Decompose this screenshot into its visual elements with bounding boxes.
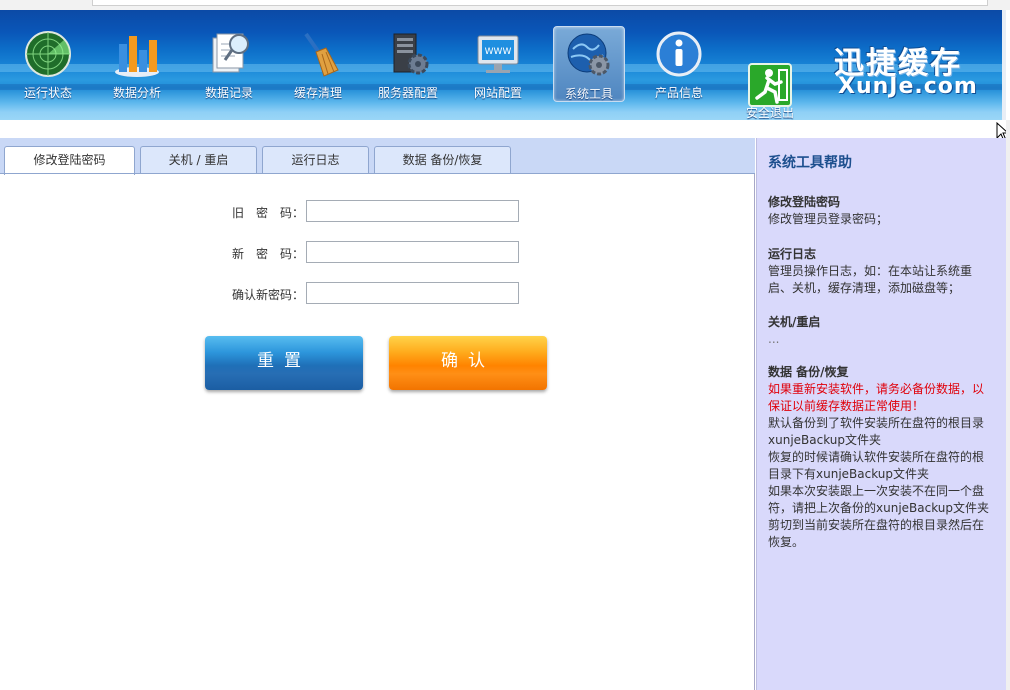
broom-icon [304,32,339,77]
header-gap [0,120,1006,138]
nav-item-data-records[interactable]: 数据记录 [193,26,265,102]
nav-label: 系统工具 [564,87,613,101]
brand-logo-en: XunJe.com [838,74,978,99]
nav-label: 产品信息 [654,86,703,100]
tab-data-backup-restore[interactable]: 数据 备份/恢复 [374,146,511,174]
nav-label: 缓存清理 [293,86,342,100]
exit-door-icon [748,63,792,107]
help-section-text: 默认备份到了软件安装所在盘符的根目录xunjeBackup文件夹 恢复的时候请确… [768,416,990,549]
monitor-www-icon: WWW [477,35,519,73]
tab-change-password[interactable]: 修改登陆密码 [4,146,135,175]
nav-item-server-config[interactable]: 服务器配置 [372,26,444,102]
confirm-button[interactable]: 确认 [389,336,547,390]
bar-chart-icon [115,36,159,77]
old-password-input[interactable] [306,200,519,222]
help-warning-text: 如果重新安装软件，请务必备份数据，以保证以前缓存数据正常使用！ [768,382,985,413]
help-section-shutdown: 关机/重启 ... [768,314,992,348]
info-icon [656,31,702,77]
header-nav: 运行状态 数据分析 数据记录 缓存清理 服务器配置 WWW 网站配置 系统工具 … [0,10,1006,120]
nav-item-safe-exit[interactable]: 安全退出 [740,62,800,120]
new-password-label: 新 密 码： [231,247,304,261]
help-section-text: 修改管理员登录密码； [768,212,889,226]
nav-item-cache-clean[interactable]: 缓存清理 [282,26,354,102]
main-panel: 修改登陆密码 关机 / 重启 运行日志 数据 备份/恢复 旧 密 码： 新 密 … [0,138,755,690]
confirm-password-label: 确认新密码： [231,288,304,302]
nav-label: 数据记录 [204,86,253,100]
brand-logo: 迅捷缓存 XunJe.com [832,38,982,99]
nav-item-data-analysis[interactable]: 数据分析 [101,26,173,102]
nav-label: 安全退出 [745,106,794,120]
help-panel: 系统工具帮助 修改登陆密码 修改管理员登录密码； 运行日志 管理员操作日志，如：… [756,138,1006,690]
radar-icon [25,31,71,77]
old-password-label: 旧 密 码： [231,206,304,220]
help-section-title: 运行日志 [768,247,817,261]
nav-item-site-config[interactable]: WWW 网站配置 [462,26,534,102]
help-section-title: 修改登陆密码 [768,195,841,209]
server-gear-icon [393,33,429,75]
file-search-icon [212,33,249,73]
nav-label: 数据分析 [112,86,161,100]
help-section-text: ... [768,332,780,346]
help-section-title: 数据 备份/恢复 [768,365,849,379]
tab-underline [0,173,755,174]
address-bar-edge [92,0,988,6]
help-section-title: 关机/重启 [768,315,821,329]
nav-item-system-tools[interactable]: 系统工具 [553,26,625,102]
nav-item-run-status[interactable]: 运行状态 [12,26,84,102]
new-password-input[interactable] [306,241,519,263]
nav-label: 运行状态 [23,86,72,100]
nav-label: 网站配置 [473,86,522,100]
confirm-password-input[interactable] [306,282,519,304]
nav-label: 服务器配置 [377,86,438,100]
help-section-backup: 数据 备份/恢复 如果重新安装软件，请务必备份数据，以保证以前缓存数据正常使用！… [768,364,992,551]
header-right-edge [1002,10,1006,120]
tab-run-log[interactable]: 运行日志 [262,146,369,174]
help-section-run-log: 运行日志 管理员操作日志，如：在本站让系统重启、关机，缓存清理，添加磁盘等； [768,246,992,297]
help-title: 系统工具帮助 [768,155,852,171]
reset-button[interactable]: 重置 [205,336,363,390]
nav-item-product-info[interactable]: 产品信息 [643,26,715,102]
window-right-edge [1006,120,1010,690]
tab-bar: 修改登陆密码 关机 / 重启 运行日志 数据 备份/恢复 [0,138,755,175]
globe-gear-icon [567,33,610,76]
browser-top-strip [0,0,1010,10]
tab-shutdown-restart[interactable]: 关机 / 重启 [140,146,257,174]
svg-text:WWW: WWW [485,47,512,57]
help-section-text: 管理员操作日志，如：在本站让系统重启、关机，缓存清理，添加磁盘等； [768,264,973,295]
help-section-change-password: 修改登陆密码 修改管理员登录密码； [768,194,992,228]
